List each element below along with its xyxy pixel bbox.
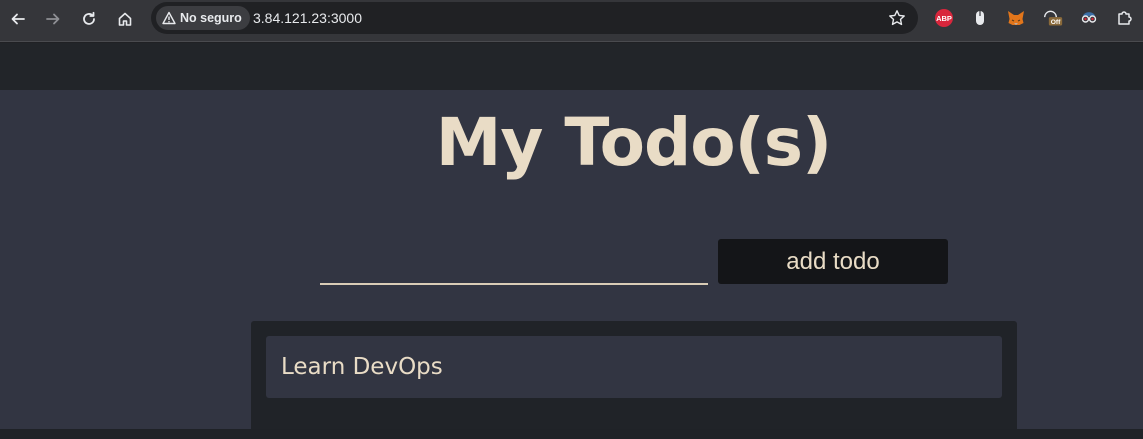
- warning-triangle-icon: [162, 11, 176, 25]
- home-button[interactable]: [113, 7, 137, 31]
- home-icon: [118, 12, 132, 26]
- todo-list: Learn DevOps: [251, 321, 1017, 429]
- bottom-strip: [0, 429, 1143, 439]
- todo-item-text: Learn DevOps: [281, 354, 443, 380]
- todo-input[interactable]: [320, 243, 708, 285]
- todo-item[interactable]: Learn DevOps: [266, 336, 1002, 398]
- glasses-extension-icon[interactable]: [1079, 8, 1099, 28]
- puzzle-extensions-icon[interactable]: [1115, 8, 1135, 28]
- arrow-right-icon: [46, 13, 60, 25]
- adblock-plus-icon[interactable]: ABP: [934, 8, 954, 28]
- svg-text:Off: Off: [1051, 19, 1061, 26]
- forward-button[interactable]: [41, 7, 65, 31]
- svg-text:ABP: ABP: [936, 14, 952, 23]
- page-title: My Todo(s): [435, 104, 832, 181]
- app-header-bar: [0, 43, 1143, 90]
- mouse-extension-icon[interactable]: [970, 8, 990, 28]
- metamask-fox-icon[interactable]: [1006, 8, 1026, 28]
- back-button[interactable]: [6, 7, 30, 31]
- browser-toolbar: No seguro 3.84.121.23:3000 ABP Off: [0, 0, 1143, 42]
- off-toggle-extension-icon[interactable]: Off: [1043, 8, 1063, 28]
- address-bar[interactable]: No seguro 3.84.121.23:3000: [151, 2, 918, 34]
- url-text[interactable]: 3.84.121.23:3000: [253, 10, 362, 26]
- security-indicator[interactable]: No seguro: [156, 6, 250, 30]
- arrow-left-icon: [11, 13, 25, 25]
- reload-icon: [83, 11, 95, 25]
- reload-button[interactable]: [77, 7, 101, 31]
- security-label: No seguro: [180, 11, 242, 25]
- bookmark-star-icon[interactable]: [888, 9, 906, 27]
- add-todo-button[interactable]: add todo: [718, 239, 948, 284]
